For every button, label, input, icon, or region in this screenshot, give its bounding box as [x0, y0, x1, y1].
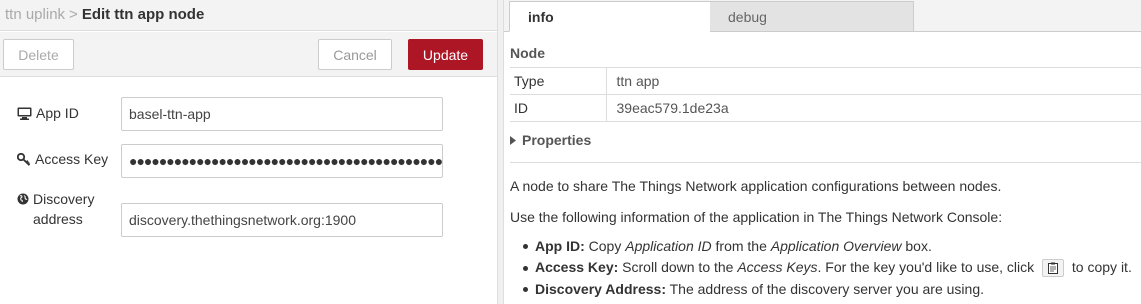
app-id-label: App ID	[17, 103, 79, 123]
breadcrumb-separator: >	[69, 6, 78, 23]
sidebar-panel: info debug Node Type ttn app ID 39eac579…	[504, 0, 1141, 304]
bullet-dot	[523, 243, 528, 249]
bullet-text: Copy	[584, 238, 626, 254]
delete-button[interactable]: Delete	[3, 39, 74, 70]
panel-resize-handle[interactable]	[497, 0, 504, 304]
properties-toggle[interactable]: Properties	[510, 132, 591, 148]
bullet-title: Access Key:	[535, 259, 619, 275]
list-item-app-id: App ID: Copy Application ID from the App…	[523, 238, 932, 254]
breadcrumb-parent-link[interactable]: ttn uplink	[5, 6, 65, 23]
type-key: Type	[510, 67, 607, 95]
key-icon	[17, 153, 31, 166]
bullet-dot	[523, 265, 528, 271]
bullet-text: The address of the discovery server you …	[665, 281, 984, 297]
divider	[510, 162, 1141, 163]
list-item-discovery-address: Discovery Address: The address of the di…	[523, 281, 984, 297]
discovery-address-label-text: Discovery address	[33, 191, 95, 227]
bullet-emphasis: Application ID	[625, 238, 712, 254]
update-button[interactable]: Update	[408, 39, 483, 70]
access-key-label: Access Key	[17, 149, 108, 169]
id-key: ID	[510, 94, 607, 122]
bullet-title: App ID:	[535, 238, 585, 254]
tab-debug[interactable]: debug	[710, 1, 914, 32]
monitor-icon	[17, 107, 32, 120]
globe-icon	[17, 193, 29, 205]
bullet-title: Discovery Address:	[535, 281, 666, 297]
type-value: ttn app	[606, 67, 1141, 95]
access-key-label-text: Access Key	[35, 151, 109, 167]
id-value: 39eac579.1de23a	[606, 94, 1141, 122]
discovery-address-label: Discovery address	[17, 189, 117, 229]
app-id-label-text: App ID	[36, 105, 79, 121]
breadcrumb: ttn uplink > Edit ttn app node	[5, 6, 204, 23]
node-section-heading: Node	[510, 45, 545, 61]
edit-panel-header: ttn uplink > Edit ttn app node	[0, 0, 497, 31]
bullet-text: . For the key you'd like to use, click	[817, 259, 1039, 275]
description-paragraph: A node to share The Things Network appli…	[510, 178, 1002, 194]
description-paragraph: Use the following information of the app…	[510, 209, 1003, 225]
cancel-button[interactable]: Cancel	[318, 39, 392, 70]
bullet-emphasis: Access Keys	[737, 259, 818, 275]
properties-label: Properties	[522, 132, 592, 148]
node-info-table: Type ttn app ID 39eac579.1de23a	[510, 67, 1141, 122]
edit-panel-toolbar: Delete Cancel Update	[0, 32, 497, 77]
bullet-text: box.	[901, 238, 932, 254]
edit-node-panel: ttn uplink > Edit ttn app node Delete Canc…	[0, 0, 497, 304]
app-id-input[interactable]: basel-ttn-app	[121, 97, 443, 131]
table-row: Type ttn app	[510, 67, 1141, 95]
access-key-input[interactable]: ●●●●●●●●●●●●●●●●●●●●●●●●●●●●●●●●●●●●●●●●…	[121, 144, 443, 178]
table-row: ID 39eac579.1de23a	[510, 94, 1141, 122]
clipboard-icon	[1042, 259, 1065, 278]
bullet-emphasis: Application Overview	[770, 238, 902, 254]
list-item-access-key: Access Key: Scroll down to the Access Ke…	[523, 259, 1132, 278]
sidebar-tab-bar: info debug	[504, 0, 1141, 32]
bullet-text: Scroll down to the	[618, 259, 738, 275]
bullet-dot	[523, 286, 528, 292]
caret-right-icon	[510, 135, 516, 145]
breadcrumb-current: Edit ttn app node	[81, 6, 205, 23]
bullet-text: from the	[711, 238, 771, 254]
discovery-address-input[interactable]: discovery.thethingsnetwork.org:1900	[121, 203, 443, 237]
tab-info[interactable]: info	[509, 1, 713, 32]
bullet-text: to copy it.	[1068, 259, 1132, 275]
